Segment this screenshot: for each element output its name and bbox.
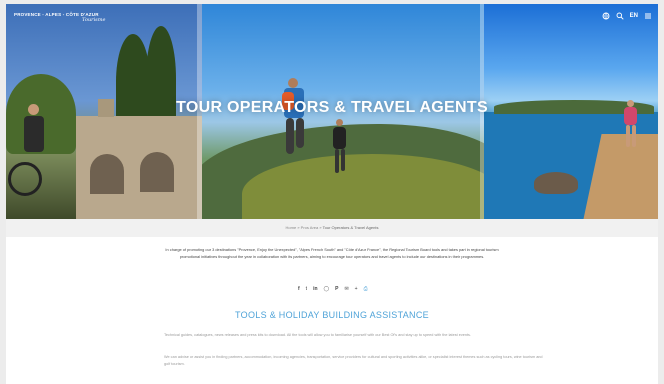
twitter-icon[interactable]: t	[306, 286, 307, 292]
site-logo-script[interactable]: Tourisme	[82, 17, 105, 23]
breadcrumb-pros-area[interactable]: Pros Area	[301, 225, 319, 230]
top-bar-icons: EN	[602, 12, 652, 20]
email-icon[interactable]: ✉	[344, 286, 348, 292]
page: PROVENCE - ALPES - CÔTE D'AZUR Tourisme …	[6, 4, 658, 384]
top-bar: PROVENCE - ALPES - CÔTE D'AZUR Tourisme …	[6, 4, 658, 26]
stone-wall	[76, 116, 202, 219]
whatsapp-icon[interactable]: ◯	[324, 286, 330, 292]
section-title: TOOLS & HOLIDAY BUILDING ASSISTANCE	[235, 310, 429, 320]
hero-title: TOUR OPERATORS & TRAVEL AGENTS	[176, 99, 488, 116]
plus-icon[interactable]: +	[355, 286, 358, 292]
wall-arch	[140, 152, 174, 192]
section-paragraph: We can advise or assist you in finding p…	[164, 355, 543, 366]
pinterest-icon[interactable]: P	[335, 286, 338, 292]
share-bar: f t in ◯ P ✉ + ⎙	[298, 286, 368, 292]
section-paragraph: Technical guides, catalogues, news relea…	[164, 333, 471, 337]
menu-icon[interactable]	[644, 12, 652, 20]
facebook-icon[interactable]: f	[298, 286, 300, 292]
breadcrumb: Home » Pros Area » Tour Operators & Trav…	[6, 219, 658, 237]
linkedin-icon[interactable]: in	[313, 286, 317, 292]
breadcrumb-current: Tour Operators & Travel Agents	[322, 225, 379, 230]
breadcrumb-separator: »	[297, 225, 300, 230]
language-selector[interactable]: EN	[630, 13, 638, 19]
intro-text: In charge of promoting our 3 destination…	[165, 247, 499, 259]
rock	[534, 172, 578, 194]
wall-arch	[90, 154, 124, 194]
hero-banner: PROVENCE - ALPES - CÔTE D'AZUR Tourisme …	[6, 4, 658, 219]
breadcrumb-separator: »	[319, 225, 322, 230]
breadcrumb-home[interactable]: Home	[286, 225, 297, 230]
print-icon[interactable]: ⎙	[364, 286, 368, 292]
search-icon[interactable]	[616, 12, 624, 20]
globe-icon[interactable]	[602, 12, 610, 20]
